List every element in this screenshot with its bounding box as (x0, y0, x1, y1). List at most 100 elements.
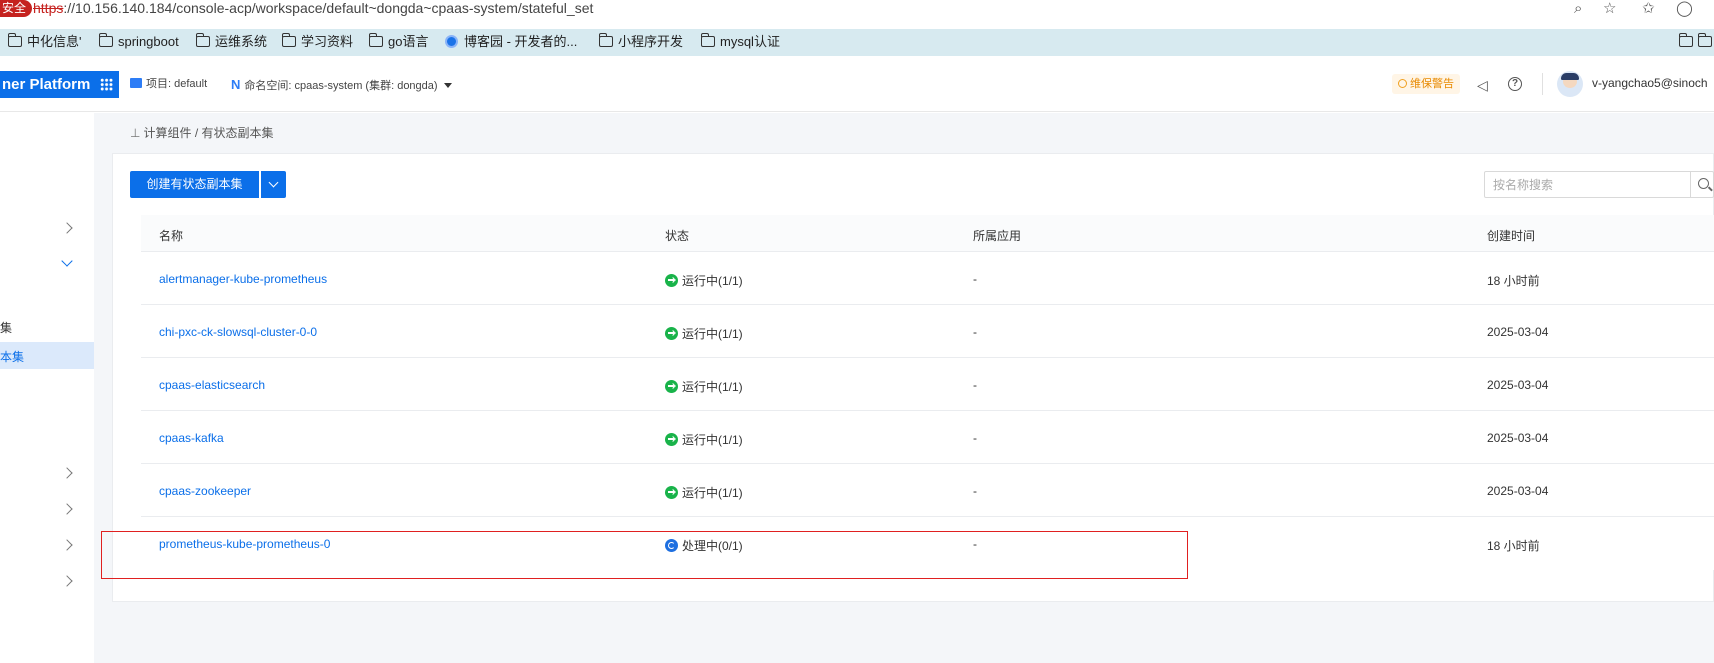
statefulset-name-link[interactable]: chi-pxc-ck-slowsql-cluster-0-0 (159, 325, 317, 339)
create-dropdown-button[interactable] (261, 171, 286, 198)
star-icon[interactable]: ☆ (1603, 0, 1616, 19)
column-header-status: 状态 (665, 229, 690, 243)
chevron-right-icon[interactable] (61, 575, 73, 587)
statefulset-name-link[interactable]: cpaas-kafka (159, 431, 224, 445)
status-text: 运行中(1/1) (682, 274, 743, 288)
bookmark-label: 博客园 - 开发者的... (464, 34, 578, 49)
column-header-name: 名称 (159, 229, 184, 243)
caret-down-icon (443, 83, 452, 88)
site-icon (445, 35, 458, 48)
status-cell: 运行中(1/1) (665, 484, 743, 501)
status-text: 运行中(1/1) (682, 327, 743, 341)
url-protocol: https (33, 0, 64, 16)
bookmark-label: mysql认证 (720, 34, 780, 49)
breadcrumb: ⊥ 计算组件 / 有状态副本集 (130, 124, 274, 141)
application-cell: - (973, 431, 977, 445)
folder-icon (368, 33, 383, 47)
breadcrumb-parent[interactable]: 计算组件 (143, 126, 191, 140)
created-time-cell: 2025-03-04 (1487, 484, 1549, 498)
created-time-cell: 2025-03-04 (1487, 325, 1549, 339)
sidebar-item-statefulset[interactable]: 本集 (0, 342, 94, 369)
bookmark-item[interactable]: springboot (98, 33, 179, 51)
profile-icon[interactable]: ◯ (1676, 0, 1693, 19)
bookmark-label: 运维系统 (215, 34, 268, 49)
statefulset-name-link[interactable]: cpaas-elasticsearch (159, 378, 265, 392)
application-cell: - (973, 484, 977, 498)
sidebar-item-label[interactable]: 集 (0, 319, 12, 336)
url-path: ://10.156.140.184/console-acp/workspace/… (63, 0, 594, 16)
status-text: 运行中(1/1) (682, 486, 743, 500)
folder-icon (598, 33, 613, 47)
status-cell: 运行中(1/1) (665, 325, 743, 342)
statefulset-name-link[interactable]: cpaas-zookeeper (159, 484, 251, 498)
folder-icon (195, 33, 210, 47)
bookmarks-bar: 中化信息' springboot 运维系统 学习资料 go语言 博客园 - 开发… (0, 29, 1714, 56)
user-name[interactable]: v-yangchao5@sinoch (1592, 76, 1708, 90)
running-icon (665, 327, 678, 340)
favorites-icon[interactable]: ✩ (1642, 0, 1655, 19)
annotation-highlight-box (101, 531, 1188, 579)
bookmark-label: 学习资料 (301, 34, 354, 49)
table-row: cpaas-kafka 运行中(1/1) - 2025-03-04 (141, 411, 1714, 464)
zoom-icon[interactable]: ⌕ (1574, 0, 1582, 19)
folder-icon (700, 33, 715, 47)
project-value: default (174, 78, 208, 90)
address-bar[interactable]: 安全 https://10.156.140.184/console-acp/wo… (0, 0, 1714, 19)
bookmark-item[interactable]: 小程序开发 (598, 33, 684, 51)
app-grid-icon[interactable] (100, 78, 113, 91)
bookmark-label: springboot (118, 34, 179, 49)
chevron-right-icon[interactable] (61, 539, 73, 551)
platform-brand[interactable]: ner Platform (0, 71, 119, 98)
help-icon[interactable]: ? (1508, 77, 1522, 91)
bookmark-item[interactable] (1697, 33, 1714, 51)
application-cell: - (973, 325, 977, 339)
table-row: alertmanager-kube-prometheus 运行中(1/1) - … (141, 252, 1714, 305)
bookmark-item[interactable]: 博客园 - 开发者的... (445, 33, 577, 51)
folder-icon (281, 33, 296, 47)
bookmark-item[interactable]: mysql认证 (700, 33, 780, 51)
warning-icon (1398, 79, 1407, 88)
breadcrumb-current: 有状态副本集 (201, 126, 274, 140)
bookmark-item[interactable]: 学习资料 (281, 33, 354, 51)
table-row: cpaas-elasticsearch 运行中(1/1) - 2025-03-0… (141, 358, 1714, 411)
search-input[interactable] (1493, 172, 1663, 197)
running-icon (665, 486, 678, 499)
namespace-icon: N (231, 77, 241, 92)
app-header: ner Platform 项目: default N 命名空间: cpaas-sy… (0, 56, 1714, 112)
running-icon (665, 380, 678, 393)
bookmark-label: 中化信息' (27, 34, 82, 49)
chevron-right-icon[interactable] (61, 467, 73, 479)
status-text: 运行中(1/1) (682, 433, 743, 447)
chevron-right-icon[interactable] (61, 222, 73, 234)
speaker-icon[interactable]: ◁ (1477, 77, 1488, 93)
bookmark-item[interactable]: 运维系统 (195, 33, 268, 51)
namespace-label: 命名空间: (244, 80, 292, 92)
table-row: cpaas-zookeeper 运行中(1/1) - 2025-03-04 (141, 464, 1714, 517)
status-text: 运行中(1/1) (682, 380, 743, 394)
bookmark-item[interactable]: go语言 (368, 33, 428, 51)
not-secure-badge[interactable]: 安全 (0, 0, 33, 17)
bookmark-item[interactable] (1678, 33, 1698, 51)
sidebar-item-label: 本集 (0, 350, 25, 364)
status-cell: 运行中(1/1) (665, 431, 743, 448)
chevron-down-icon[interactable] (61, 255, 73, 267)
url-text[interactable]: https://10.156.140.184/console-acp/works… (33, 0, 593, 17)
avatar[interactable] (1557, 71, 1583, 97)
bookmark-label: 小程序开发 (618, 34, 684, 49)
search-icon[interactable] (1690, 171, 1714, 198)
table-row: chi-pxc-ck-slowsql-cluster-0-0 运行中(1/1) … (141, 305, 1714, 358)
application-cell: - (973, 272, 977, 286)
create-statefulset-button[interactable]: 创建有状态副本集 (130, 171, 259, 198)
namespace-selector[interactable]: N 命名空间: cpaas-system (集群: dongda) (231, 77, 452, 94)
bookmark-item[interactable]: 中化信息' (7, 33, 82, 51)
folder-icon (1697, 33, 1712, 47)
hierarchy-icon: ⊥ (130, 126, 141, 140)
chevron-right-icon[interactable] (61, 503, 73, 515)
project-selector[interactable]: 项目: default (130, 77, 207, 92)
folder-icon (7, 33, 22, 47)
folder-icon (98, 33, 113, 47)
created-time-cell: 2025-03-04 (1487, 378, 1549, 392)
table-header: 名称 状态 所属应用 创建时间 (141, 215, 1714, 252)
statefulset-name-link[interactable]: alertmanager-kube-prometheus (159, 272, 327, 286)
maintenance-warning-badge[interactable]: 维保警告 (1392, 74, 1460, 94)
